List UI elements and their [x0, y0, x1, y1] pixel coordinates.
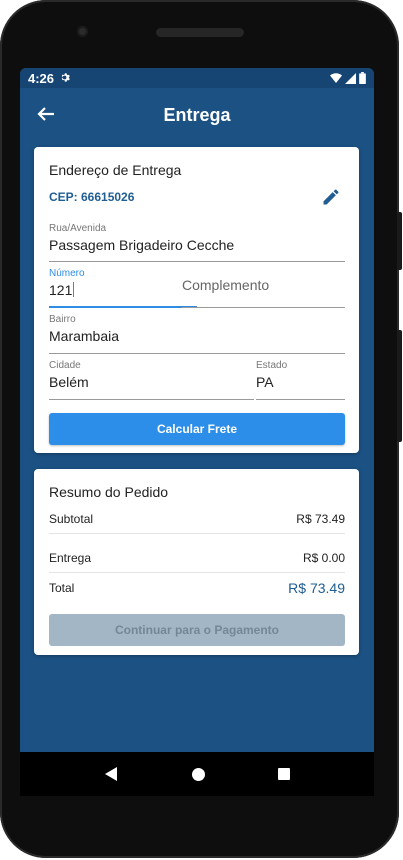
number-value-row: 121	[49, 282, 197, 298]
district-underline	[49, 353, 345, 354]
district-field[interactable]: Bairro Marambaia	[49, 314, 345, 354]
arrow-back-icon[interactable]	[34, 102, 58, 126]
delivery-row: Entrega R$ 0.00	[49, 551, 345, 565]
nav-recents-icon[interactable]	[277, 768, 290, 780]
pencil-icon[interactable]	[321, 187, 341, 207]
total-label: Total	[49, 581, 75, 595]
total-value: R$ 73.49	[288, 580, 345, 596]
gear-icon	[60, 71, 71, 86]
navigation-bar	[20, 752, 374, 796]
complement-field[interactable]: Complemento	[182, 268, 345, 308]
nav-home-icon[interactable]	[191, 767, 205, 781]
state-field[interactable]: Estado PA	[256, 360, 345, 400]
calculate-shipping-button[interactable]: Calcular Frete	[49, 413, 345, 445]
number-underline	[49, 306, 197, 308]
address-card-title: Endereço de Entrega	[49, 162, 182, 178]
number-value: 121	[49, 282, 73, 298]
order-summary-card: Resumo do Pedido Subtotal R$ 73.49 Entre…	[34, 469, 359, 655]
city-value: Belém	[49, 374, 89, 390]
nav-back-icon[interactable]	[104, 767, 119, 781]
state-underline	[256, 399, 345, 400]
battery-icon	[359, 72, 366, 84]
cep-text: CEP: 66615026	[49, 190, 135, 204]
delivery-label: Entrega	[49, 551, 92, 565]
state-value: PA	[256, 374, 274, 390]
screen: 4:26 Entrega Endereço de Entrega CEP: 66…	[20, 68, 374, 752]
volume-button	[397, 212, 402, 270]
app-bar: Entrega	[20, 88, 374, 142]
city-field[interactable]: Cidade Belém	[49, 360, 254, 400]
city-label: Cidade	[49, 360, 81, 371]
continue-to-payment-button[interactable]: Continuar para o Pagamento	[49, 614, 345, 646]
street-underline	[49, 261, 345, 262]
number-label: Número	[49, 268, 85, 279]
row-divider	[49, 533, 345, 534]
street-field[interactable]: Rua/Avenida Passagem Brigadeiro Cecche	[49, 223, 345, 262]
district-value: Marambaia	[49, 328, 120, 344]
text-caret	[73, 282, 75, 297]
number-field[interactable]: Número 121	[49, 268, 197, 308]
page-title: Entrega	[163, 104, 231, 125]
earpiece-speaker	[156, 28, 244, 37]
power-button	[397, 330, 402, 442]
address-card: Endereço de Entrega CEP: 66615026 Rua/Av…	[34, 147, 359, 453]
status-icons	[330, 72, 366, 84]
signal-icon	[345, 72, 356, 84]
subtotal-label: Subtotal	[49, 512, 94, 526]
phone-frame: 4:26 Entrega Endereço de Entrega CEP: 66…	[0, 0, 402, 858]
summary-card-title: Resumo do Pedido	[49, 484, 169, 500]
complement-underline	[182, 307, 345, 308]
subtotal-row: Subtotal R$ 73.49	[49, 512, 345, 526]
street-label: Rua/Avenida	[49, 223, 107, 234]
city-underline	[49, 399, 254, 400]
front-camera	[77, 26, 88, 37]
district-label: Bairro	[49, 314, 76, 325]
subtotal-value: R$ 73.49	[296, 512, 345, 526]
row-divider	[49, 572, 345, 573]
total-row: Total R$ 73.49	[49, 580, 345, 596]
wifi-icon	[330, 73, 342, 83]
status-time: 4:26	[28, 70, 55, 86]
state-label: Estado	[256, 360, 288, 371]
complement-placeholder: Complemento	[182, 277, 270, 293]
street-value: Passagem Brigadeiro Cecche	[49, 237, 235, 253]
delivery-value: R$ 0.00	[302, 551, 345, 565]
status-bar: 4:26	[20, 68, 374, 88]
